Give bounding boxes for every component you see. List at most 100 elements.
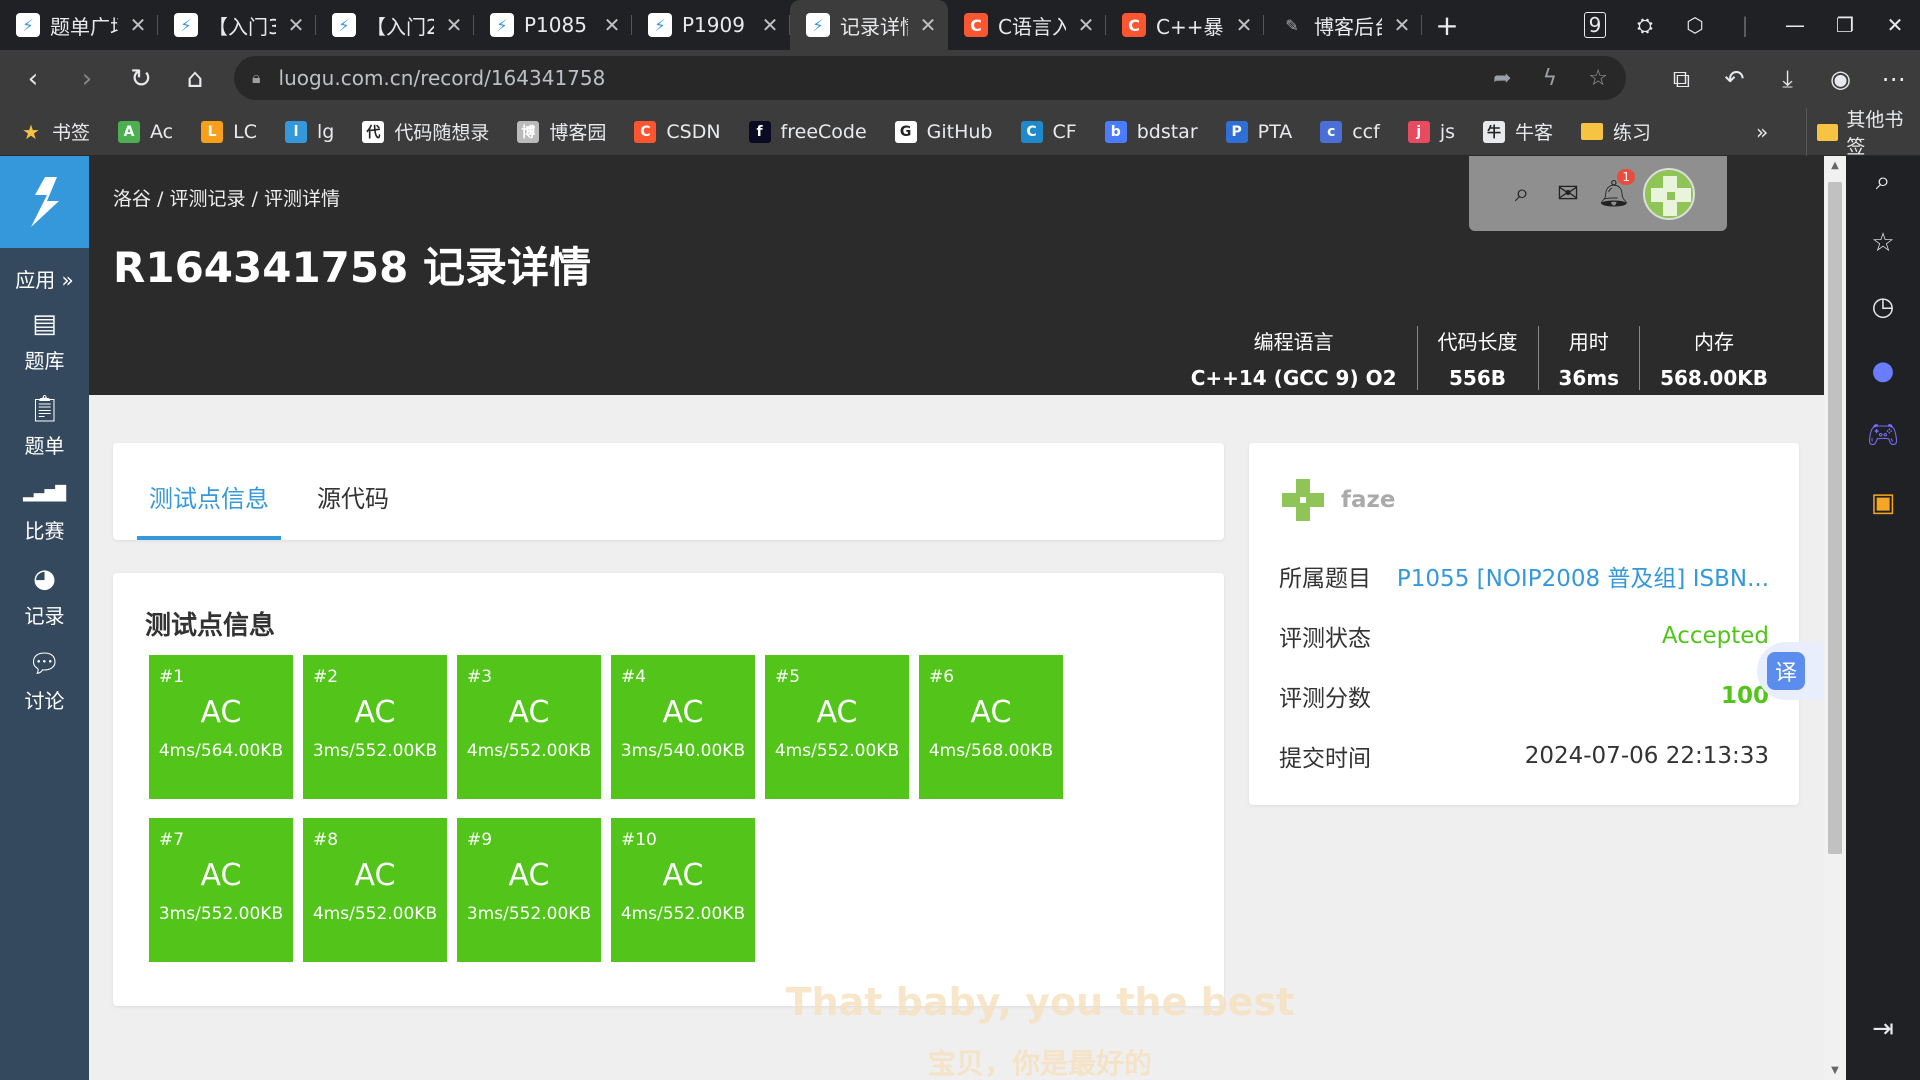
- share-icon[interactable]: ➦: [1493, 66, 1511, 91]
- close-icon[interactable]: ✕: [1392, 13, 1412, 37]
- translate-button[interactable]: 译: [1757, 642, 1823, 700]
- test-case-tile[interactable]: #8 AC 4ms/552.00KB: [303, 818, 447, 962]
- home-icon[interactable]: ⌂: [168, 64, 222, 94]
- collections-icon[interactable]: ⛭: [1620, 13, 1670, 37]
- extensions-icon[interactable]: ⬡: [1670, 13, 1720, 37]
- scroll-up-icon[interactable]: ▲: [1824, 160, 1846, 171]
- nav-item[interactable]: ▤ 题库: [0, 299, 89, 384]
- bookmark-item[interactable]: 牛牛客: [1483, 118, 1553, 145]
- tab-source-code[interactable]: 源代码: [317, 479, 389, 514]
- browser-tab[interactable]: C C语言入门 ✕: [948, 0, 1106, 50]
- test-case-tile[interactable]: #9 AC 3ms/552.00KB: [457, 818, 601, 962]
- close-icon[interactable]: ✕: [760, 13, 780, 37]
- bookmark-item[interactable]: 博博客园: [517, 118, 606, 145]
- test-case-tile[interactable]: #5 AC 4ms/552.00KB: [765, 655, 909, 799]
- test-case-tile[interactable]: #6 AC 4ms/568.00KB: [919, 655, 1063, 799]
- test-case-tile[interactable]: #10 AC 4ms/552.00KB: [611, 818, 755, 962]
- close-icon[interactable]: ✕: [602, 13, 622, 37]
- tab-count-icon[interactable]: 9: [1570, 12, 1620, 38]
- bookmark-item[interactable]: 练习: [1581, 118, 1651, 145]
- close-icon[interactable]: ✕: [444, 13, 464, 37]
- close-icon[interactable]: ✕: [286, 13, 306, 37]
- maximize-icon[interactable]: ❐: [1820, 13, 1870, 37]
- sidebar-copilot-icon[interactable]: ●: [1846, 356, 1920, 386]
- bookmark-item[interactable]: j js: [1407, 120, 1455, 143]
- bell-icon[interactable]: 🔔︎ 1: [1591, 168, 1637, 209]
- browser-tab[interactable]: ⚡ 题单广场 ✕: [0, 0, 158, 50]
- tab-test-info[interactable]: 测试点信息: [149, 479, 269, 514]
- new-tab-button[interactable]: +: [1422, 0, 1472, 50]
- clipboard-icon: 📋︎: [27, 394, 61, 424]
- profile-icon[interactable]: ◉: [1814, 65, 1867, 93]
- nav-item[interactable]: 💬︎ 讨论: [0, 639, 89, 724]
- test-case-status: AC: [970, 695, 1012, 730]
- test-case-tile[interactable]: #7 AC 3ms/552.00KB: [149, 818, 293, 962]
- extensions-puzzle-icon[interactable]: ⧉: [1655, 65, 1708, 93]
- bookmark-item[interactable]: b bdstar: [1104, 120, 1198, 143]
- test-case-tile[interactable]: #3 AC 4ms/552.00KB: [457, 655, 601, 799]
- page-scrollbar[interactable]: ▲ ▼: [1824, 156, 1846, 1080]
- sidebar-games-icon[interactable]: 🎮︎: [1846, 420, 1920, 450]
- username[interactable]: faze: [1341, 487, 1396, 513]
- sidebar-search-icon[interactable]: ⌕: [1846, 166, 1920, 197]
- url-input[interactable]: 🔒︎ luogu.com.cn/record/164341758 ➦ ϟ ☆: [234, 56, 1626, 100]
- bookmarks-overflow-button[interactable]: »: [1756, 108, 1768, 156]
- submitter[interactable]: faze: [1279, 477, 1396, 523]
- nav-item[interactable]: ▂▄▆█ 比赛: [0, 469, 89, 554]
- problem-link[interactable]: P1055 [NOIP2008 普及组] ISBN...: [1397, 559, 1769, 593]
- download-icon[interactable]: ⤓: [1761, 65, 1814, 93]
- sidebar-favorites-icon[interactable]: ☆: [1846, 228, 1920, 258]
- close-icon[interactable]: ✕: [918, 13, 938, 37]
- search-icon[interactable]: ⌕: [1499, 178, 1545, 209]
- sidebar-collapse-icon[interactable]: ⇥: [1846, 1014, 1920, 1044]
- nav-item[interactable]: ◕ 记录: [0, 554, 89, 639]
- bookmark-item[interactable]: l lg: [285, 120, 334, 143]
- lock-icon[interactable]: 🔒︎: [252, 68, 261, 88]
- breadcrumb[interactable]: 洛谷 / 评测记录 / 评测详情: [113, 184, 340, 211]
- bookmark-item[interactable]: G GitHub: [894, 120, 993, 143]
- bookmark-item[interactable]: ★ 书签: [20, 118, 90, 145]
- reload-icon[interactable]: ↻: [114, 64, 168, 94]
- nav-item[interactable]: 📋︎ 题单: [0, 384, 89, 469]
- close-icon[interactable]: ✕: [1076, 13, 1096, 37]
- close-icon[interactable]: ✕: [1234, 13, 1254, 37]
- mail-icon[interactable]: ✉: [1545, 179, 1591, 209]
- close-icon[interactable]: ✕: [128, 13, 148, 37]
- bookmark-item[interactable]: 代代码随想录: [362, 118, 489, 145]
- more-menu-icon[interactable]: ⋯: [1867, 65, 1920, 93]
- browser-tab[interactable]: ⚡ 【入门3】 ✕: [158, 0, 316, 50]
- lightning-icon[interactable]: ϟ: [1543, 66, 1558, 91]
- bookmark-item[interactable]: C CF: [1020, 120, 1077, 143]
- luogu-logo[interactable]: [0, 156, 89, 248]
- close-window-icon[interactable]: ✕: [1870, 13, 1920, 37]
- browser-tab[interactable]: ⚡ 【入门2】 ✕: [316, 0, 474, 50]
- scroll-thumb[interactable]: [1828, 182, 1842, 854]
- back-icon[interactable]: ‹: [6, 64, 60, 94]
- bookmark-item[interactable]: C CSDN: [634, 120, 721, 143]
- scroll-down-icon[interactable]: ▼: [1824, 1065, 1846, 1076]
- test-case-tile[interactable]: #4 AC 3ms/540.00KB: [611, 655, 755, 799]
- apps-menu[interactable]: 应用 »: [0, 264, 89, 293]
- forward-icon[interactable]: ›: [60, 64, 114, 94]
- browser-tab[interactable]: ⚡ 记录详情 ✕: [790, 0, 948, 50]
- sidebar-history-icon[interactable]: ◷: [1846, 292, 1920, 322]
- other-bookmarks-folder[interactable]: 其他书签: [1806, 108, 1920, 158]
- browser-tab[interactable]: ⚡ P1085 [I ✕: [474, 0, 632, 50]
- bookmark-item[interactable]: A Ac: [118, 120, 173, 143]
- bookmark-item[interactable]: c ccf: [1320, 120, 1380, 143]
- bookmark-item[interactable]: P PTA: [1225, 120, 1292, 143]
- bookmark-star-icon[interactable]: ☆: [1588, 66, 1608, 91]
- browser-tab[interactable]: ✎ 博客后台 ✕: [1264, 0, 1422, 50]
- avatar[interactable]: [1643, 167, 1695, 220]
- test-case-tile[interactable]: #2 AC 3ms/552.00KB: [303, 655, 447, 799]
- bookmark-item[interactable]: f freeCode: [748, 120, 867, 143]
- minimize-icon[interactable]: —: [1770, 13, 1820, 37]
- test-case-tile[interactable]: #1 AC 4ms/564.00KB: [149, 655, 293, 799]
- sidebar-tools-icon[interactable]: ▣: [1846, 488, 1920, 518]
- test-case-number: #8: [313, 830, 339, 850]
- browser-tab[interactable]: ⚡ P1909 [I ✕: [632, 0, 790, 50]
- luogu-icon: ⚡: [174, 13, 198, 37]
- browser-tab[interactable]: C C++暴力 ✕: [1106, 0, 1264, 50]
- bookmark-item[interactable]: L LC: [201, 120, 257, 143]
- history-undo-icon[interactable]: ↶: [1708, 65, 1761, 93]
